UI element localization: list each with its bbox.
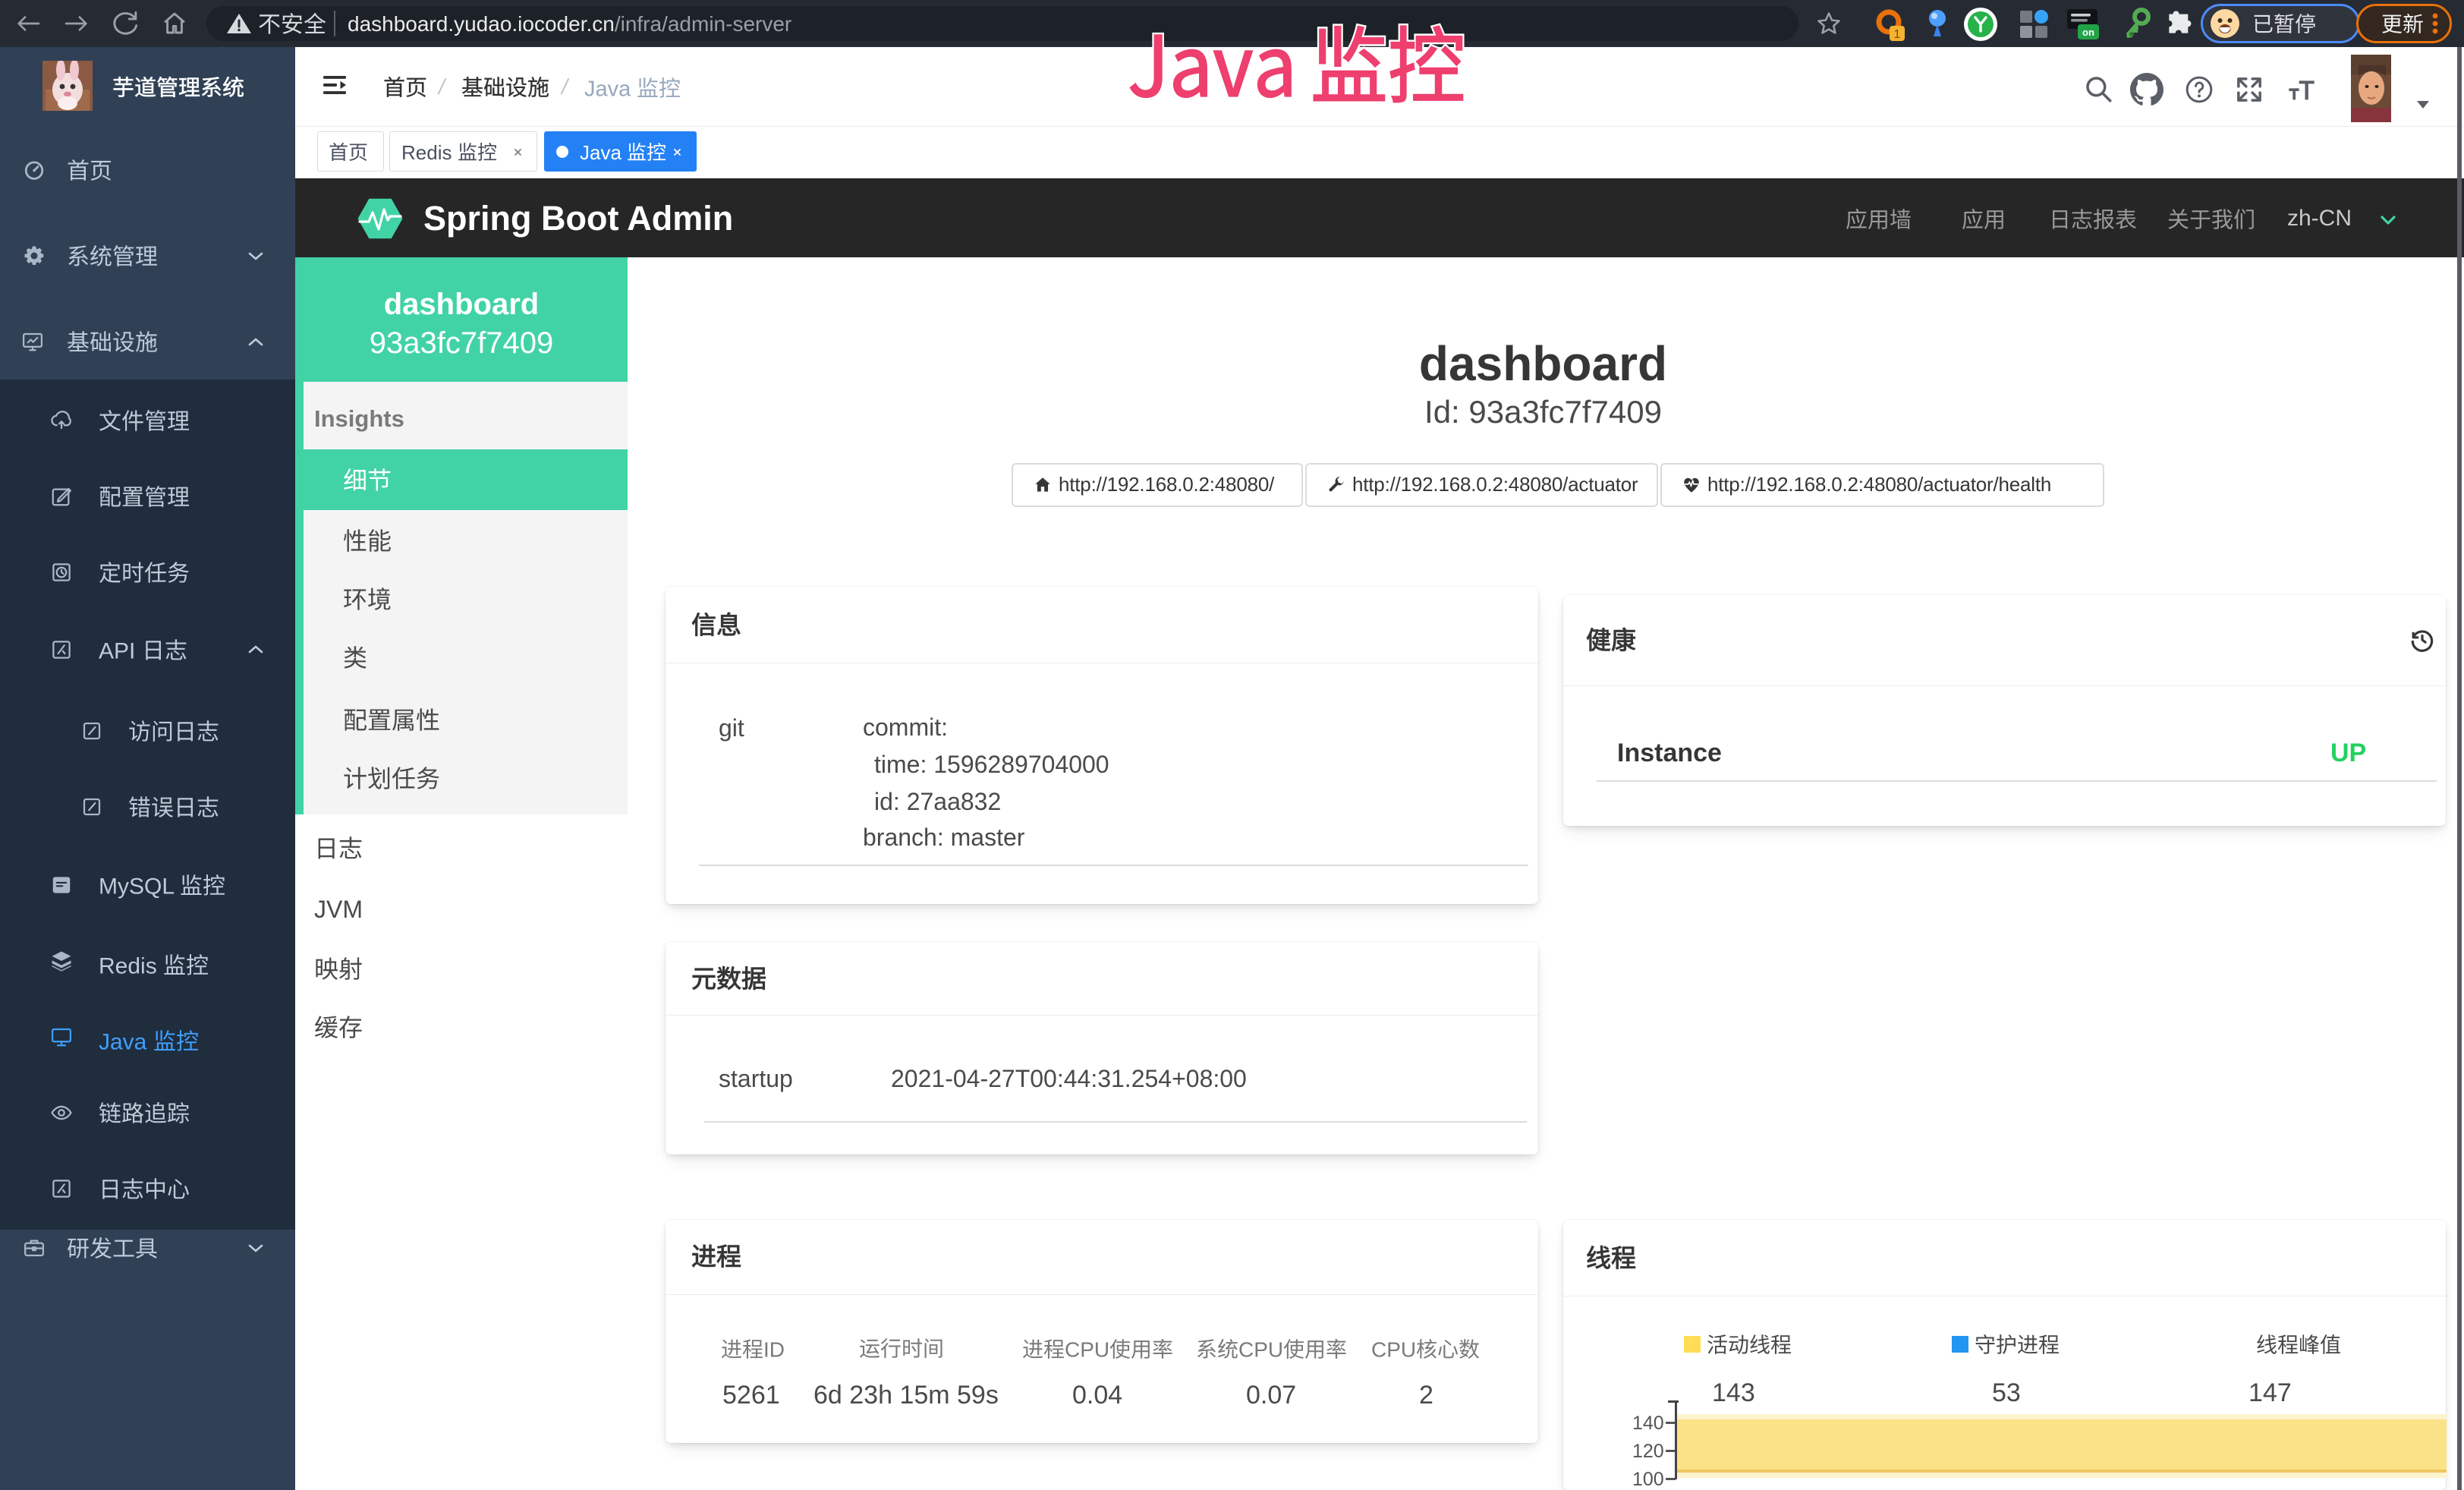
svg-text:1: 1	[1894, 28, 1901, 41]
svg-text:on: on	[2082, 27, 2094, 38]
